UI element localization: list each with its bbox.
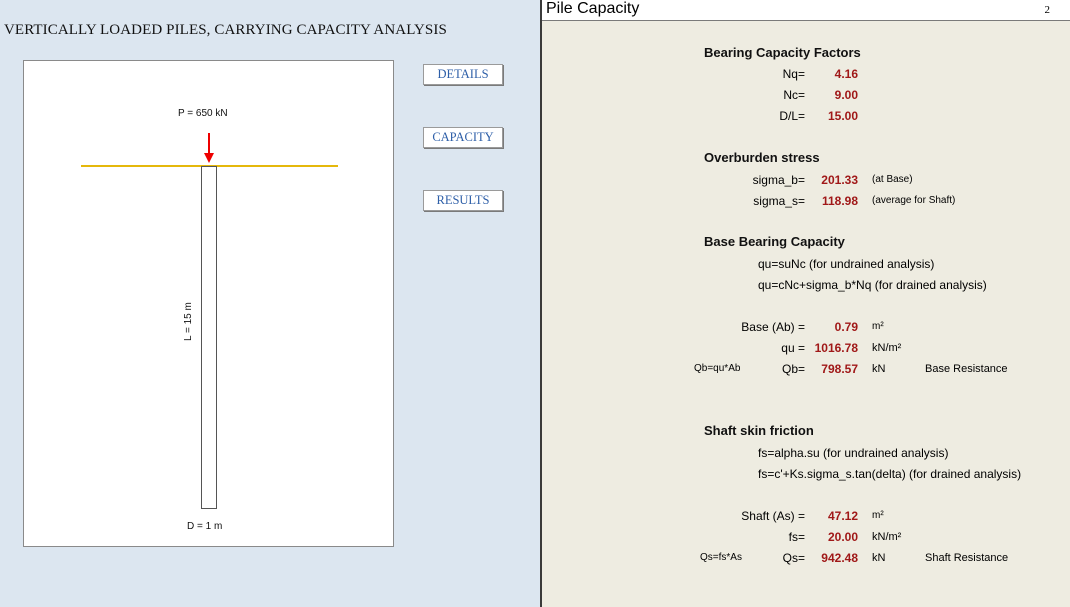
- fs-label: fs=: [788, 530, 805, 544]
- nq-label: Nq=: [782, 67, 805, 81]
- fs-unit: kN/m²: [872, 531, 902, 543]
- bearing-factors-heading: Bearing Capacity Factors: [704, 45, 861, 60]
- shaft-area-unit: m²: [872, 510, 884, 521]
- load-arrow-head-icon: [204, 153, 214, 163]
- nq-value: 4.16: [834, 67, 858, 81]
- pile-shape: [201, 166, 217, 509]
- app-title: VERTICALLY LOADED PILES, CARRYING CAPACI…: [4, 22, 447, 38]
- shaft-area-value: 47.12: [827, 509, 858, 523]
- base-area-value: 0.79: [834, 320, 858, 334]
- qb-note: Base Resistance: [925, 363, 1008, 375]
- qs-label: Qs=: [782, 551, 805, 565]
- shaft-area-label: Shaft (As) =: [741, 509, 805, 523]
- shaft-formula-undrained: fs=alpha.su (for undrained analysis): [758, 446, 949, 460]
- qs-note: Shaft Resistance: [925, 552, 1009, 564]
- base-formula-drained: qu=cNc+sigma_b*Nq (for drained analysis): [758, 278, 987, 292]
- sheet-panel: Pile Capacity 2 Bearing Capacity Factors…: [542, 0, 1070, 607]
- details-button[interactable]: DETAILS: [423, 64, 503, 85]
- base-area-label: Base (Ab) =: [741, 320, 805, 334]
- base-formula-undrained: qu=suNc (for undrained analysis): [758, 257, 935, 271]
- dl-value: 15.00: [827, 109, 858, 123]
- results-button[interactable]: RESULTS: [423, 190, 503, 211]
- sigma-s-note: (average for Shaft): [872, 195, 956, 206]
- sigma-b-label: sigma_b=: [752, 173, 805, 187]
- nc-label: Nc=: [783, 88, 805, 102]
- qb-value: 798.57: [821, 362, 858, 376]
- sigma-b-value: 201.33: [821, 173, 858, 187]
- load-arrow-icon: [208, 133, 210, 155]
- page-number: 2: [1044, 4, 1051, 16]
- length-label: L = 15 m: [183, 302, 194, 341]
- fs-value: 20.00: [827, 530, 858, 544]
- qu-unit: kN/m²: [872, 342, 902, 354]
- base-capacity-heading: Base Bearing Capacity: [704, 234, 845, 249]
- qb-unit: kN: [872, 363, 886, 375]
- load-label: P = 650 kN: [178, 108, 228, 119]
- qs-unit: kN: [872, 552, 886, 564]
- qb-formula: Qb=qu*Ab: [694, 363, 741, 374]
- sigma-s-value: 118.98: [821, 194, 858, 208]
- capacity-button[interactable]: CAPACITY: [423, 127, 503, 148]
- sigma-b-note: (at Base): [872, 174, 913, 185]
- qs-formula: Qs=fs*As: [700, 552, 742, 563]
- sheet-header: Pile Capacity 2: [542, 0, 1070, 21]
- qb-label: Qb=: [781, 362, 805, 376]
- qu-value: 1016.78: [814, 341, 858, 355]
- pile-diagram: P = 650 kN L = 15 m D = 1 m: [23, 60, 394, 547]
- base-area-unit: m²: [872, 321, 884, 332]
- sheet-title: Pile Capacity: [546, 0, 640, 17]
- shaft-formula-drained: fs=c'+Ks.sigma_s.tan(delta) (for drained…: [758, 467, 1022, 481]
- overburden-heading: Overburden stress: [704, 150, 820, 165]
- sigma-s-label: sigma_s=: [753, 194, 805, 208]
- dl-label: D/L=: [779, 109, 805, 123]
- left-panel: VERTICALLY LOADED PILES, CARRYING CAPACI…: [0, 0, 540, 607]
- shaft-friction-heading: Shaft skin friction: [704, 423, 814, 438]
- qu-label: qu =: [781, 341, 805, 355]
- diameter-label: D = 1 m: [187, 521, 223, 532]
- qs-value: 942.48: [821, 551, 858, 565]
- nc-value: 9.00: [834, 88, 858, 102]
